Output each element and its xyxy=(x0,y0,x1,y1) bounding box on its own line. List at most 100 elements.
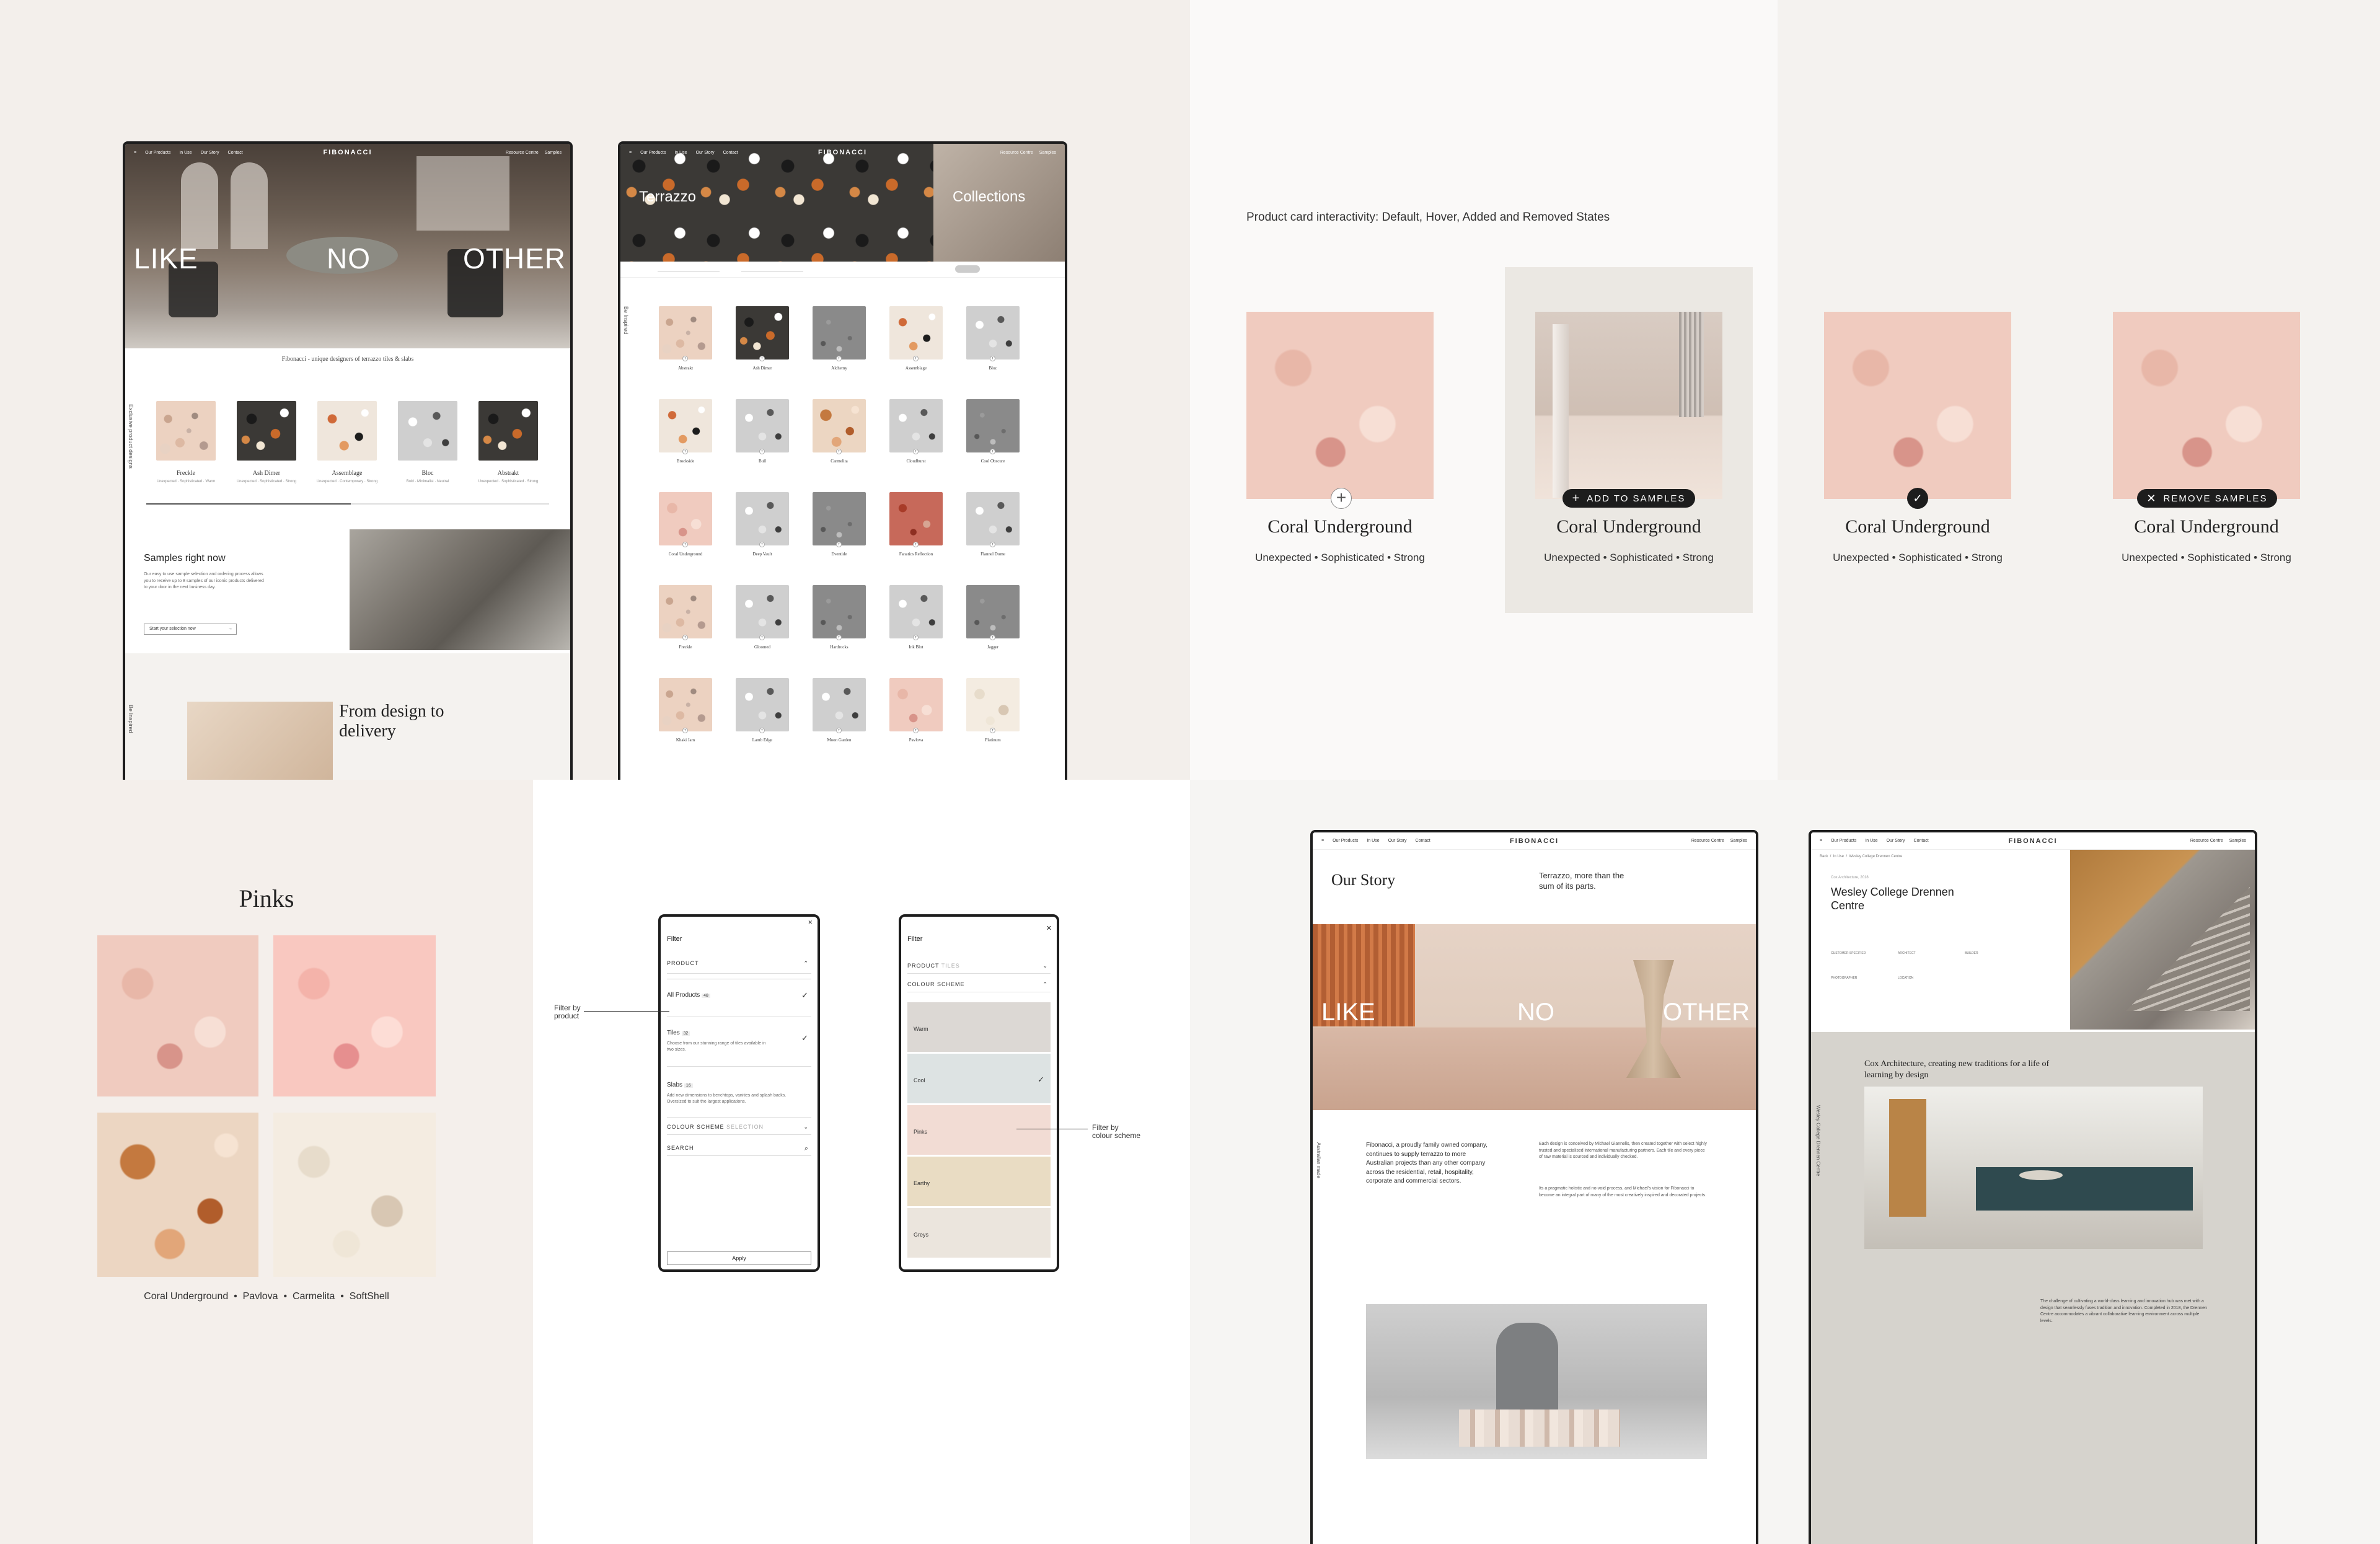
add-icon[interactable]: + xyxy=(913,728,919,733)
option-all-products[interactable]: All Products 48 ✓ xyxy=(667,979,811,1017)
product-tile[interactable] xyxy=(889,399,943,452)
product-tile[interactable] xyxy=(156,401,216,461)
add-icon[interactable]: + xyxy=(759,635,765,640)
product-tile[interactable] xyxy=(889,585,943,638)
add-icon[interactable]: + xyxy=(836,728,842,733)
add-icon[interactable]: + xyxy=(836,356,842,361)
product-tile[interactable] xyxy=(813,399,866,452)
add-icon[interactable]: + xyxy=(913,356,919,361)
nav-link[interactable]: In Use xyxy=(674,151,687,155)
product-tile[interactable] xyxy=(889,492,943,545)
product-card-image[interactable] xyxy=(1535,312,1722,499)
nav-link[interactable]: Resource Centre xyxy=(1000,151,1033,155)
product-tile[interactable] xyxy=(966,678,1020,731)
logo[interactable]: FIBONACCI xyxy=(2008,837,2057,845)
add-icon[interactable]: + xyxy=(682,635,688,640)
banner-title[interactable]: Collections xyxy=(953,188,1025,206)
option-slabs[interactable]: Slabs 16 Add new dimensions to benchtops… xyxy=(667,1068,811,1118)
product-card-image[interactable] xyxy=(1246,312,1434,499)
colour-section-header[interactable]: COLOUR SCHEME ⌃ xyxy=(907,976,1051,992)
colour-section-header[interactable]: COLOUR SCHEME SELECTION ⌄ xyxy=(667,1119,811,1135)
nav-link[interactable]: In Use xyxy=(179,151,192,155)
product-tile[interactable] xyxy=(966,492,1020,545)
swatch-option[interactable]: Greys xyxy=(907,1208,1051,1258)
nav-link[interactable]: Contact xyxy=(1416,839,1430,843)
product-tile[interactable] xyxy=(889,678,943,731)
add-icon[interactable]: + xyxy=(990,356,995,361)
add-to-samples-button[interactable]: + ADD TO SAMPLES xyxy=(1562,489,1695,508)
nav-link[interactable]: Samples xyxy=(1730,839,1747,843)
swatch-option[interactable]: Warm xyxy=(907,1002,1051,1052)
check-icon[interactable]: ✓ xyxy=(1907,488,1928,509)
option-tiles[interactable]: Tiles 32 Choose from our stunning range … xyxy=(667,1018,811,1067)
banner-title[interactable]: Terrazzo xyxy=(639,188,696,206)
add-icon[interactable]: + xyxy=(682,728,688,733)
product-tile[interactable] xyxy=(966,585,1020,638)
close-icon[interactable]: ✕ xyxy=(808,919,813,926)
product-tile[interactable] xyxy=(659,585,712,638)
product-tile[interactable] xyxy=(659,678,712,731)
nav-link[interactable]: Contact xyxy=(228,151,243,155)
nav-link[interactable]: Samples xyxy=(2229,839,2246,843)
product-tile[interactable] xyxy=(659,492,712,545)
nav-link[interactable]: Resource Centre xyxy=(1691,839,1724,843)
swatch-tile[interactable] xyxy=(97,935,258,1096)
menu-icon[interactable]: ≡ xyxy=(134,151,136,155)
add-icon[interactable]: + xyxy=(990,635,995,640)
apply-button[interactable]: Apply xyxy=(667,1251,811,1265)
swatch-tile[interactable] xyxy=(273,1113,436,1277)
product-tile[interactable] xyxy=(966,306,1020,360)
add-icon[interactable]: + xyxy=(913,542,919,547)
add-icon[interactable]: + xyxy=(836,449,842,454)
product-tile[interactable] xyxy=(813,585,866,638)
product-tile[interactable] xyxy=(889,306,943,360)
product-section-header[interactable]: PRODUCT ⌃ xyxy=(667,960,811,974)
nav-link[interactable]: Samples xyxy=(545,151,562,155)
logo[interactable]: FIBONACCI xyxy=(818,149,867,156)
samples-button[interactable]: Start your selection now → xyxy=(144,624,237,635)
product-tile[interactable] xyxy=(736,492,789,545)
breadcrumb[interactable]: Back / In Use / Wesley College Drennen C… xyxy=(1820,855,1902,858)
menu-icon[interactable]: ≡ xyxy=(1820,839,1822,843)
carousel-scrollbar[interactable] xyxy=(146,503,549,505)
swatch-option[interactable]: Cool ✓ xyxy=(907,1054,1051,1103)
add-icon[interactable]: + xyxy=(759,356,765,361)
add-icon[interactable]: + xyxy=(836,542,842,547)
nav-link[interactable]: Our Story xyxy=(1887,839,1905,843)
search-field[interactable]: SEARCH ⌕ xyxy=(667,1137,811,1156)
product-tile[interactable] xyxy=(736,399,789,452)
add-icon[interactable]: + xyxy=(990,728,995,733)
add-icon[interactable]: + xyxy=(759,449,765,454)
nav-link[interactable]: Resource Centre xyxy=(2190,839,2223,843)
product-tile[interactable] xyxy=(478,401,538,461)
product-tile[interactable] xyxy=(237,401,296,461)
product-tile[interactable] xyxy=(736,678,789,731)
menu-icon[interactable]: ≡ xyxy=(629,151,632,155)
logo[interactable]: FIBONACCI xyxy=(323,149,372,156)
toggle-pill[interactable] xyxy=(955,265,980,273)
close-icon[interactable]: ✕ xyxy=(1046,924,1052,932)
add-icon[interactable]: + xyxy=(759,728,765,733)
product-section-header[interactable]: PRODUCT TILES ⌄ xyxy=(907,958,1051,974)
nav-link[interactable]: Our Story xyxy=(201,151,219,155)
filter-field[interactable] xyxy=(658,267,720,271)
swatch-tile[interactable] xyxy=(97,1113,258,1277)
nav-link[interactable]: Our Products xyxy=(640,151,666,155)
add-icon[interactable]: + xyxy=(1331,488,1352,509)
nav-link[interactable]: Samples xyxy=(1039,151,1056,155)
product-tile[interactable] xyxy=(398,401,457,461)
add-icon[interactable]: + xyxy=(682,356,688,361)
add-icon[interactable]: + xyxy=(913,449,919,454)
product-card-image[interactable] xyxy=(1824,312,2011,499)
swatch-option[interactable]: Pinks xyxy=(907,1105,1051,1155)
menu-icon[interactable]: ≡ xyxy=(1321,839,1324,843)
swatch-option[interactable]: Earthy xyxy=(907,1157,1051,1206)
product-tile[interactable] xyxy=(659,399,712,452)
product-tile[interactable] xyxy=(813,492,866,545)
product-card-image[interactable] xyxy=(2113,312,2300,499)
product-tile[interactable] xyxy=(813,306,866,360)
nav-link[interactable]: Our Products xyxy=(145,151,170,155)
remove-samples-button[interactable]: ✕ REMOVE SAMPLES xyxy=(2137,489,2277,508)
add-icon[interactable]: + xyxy=(990,542,995,547)
nav-link[interactable]: Contact xyxy=(723,151,738,155)
